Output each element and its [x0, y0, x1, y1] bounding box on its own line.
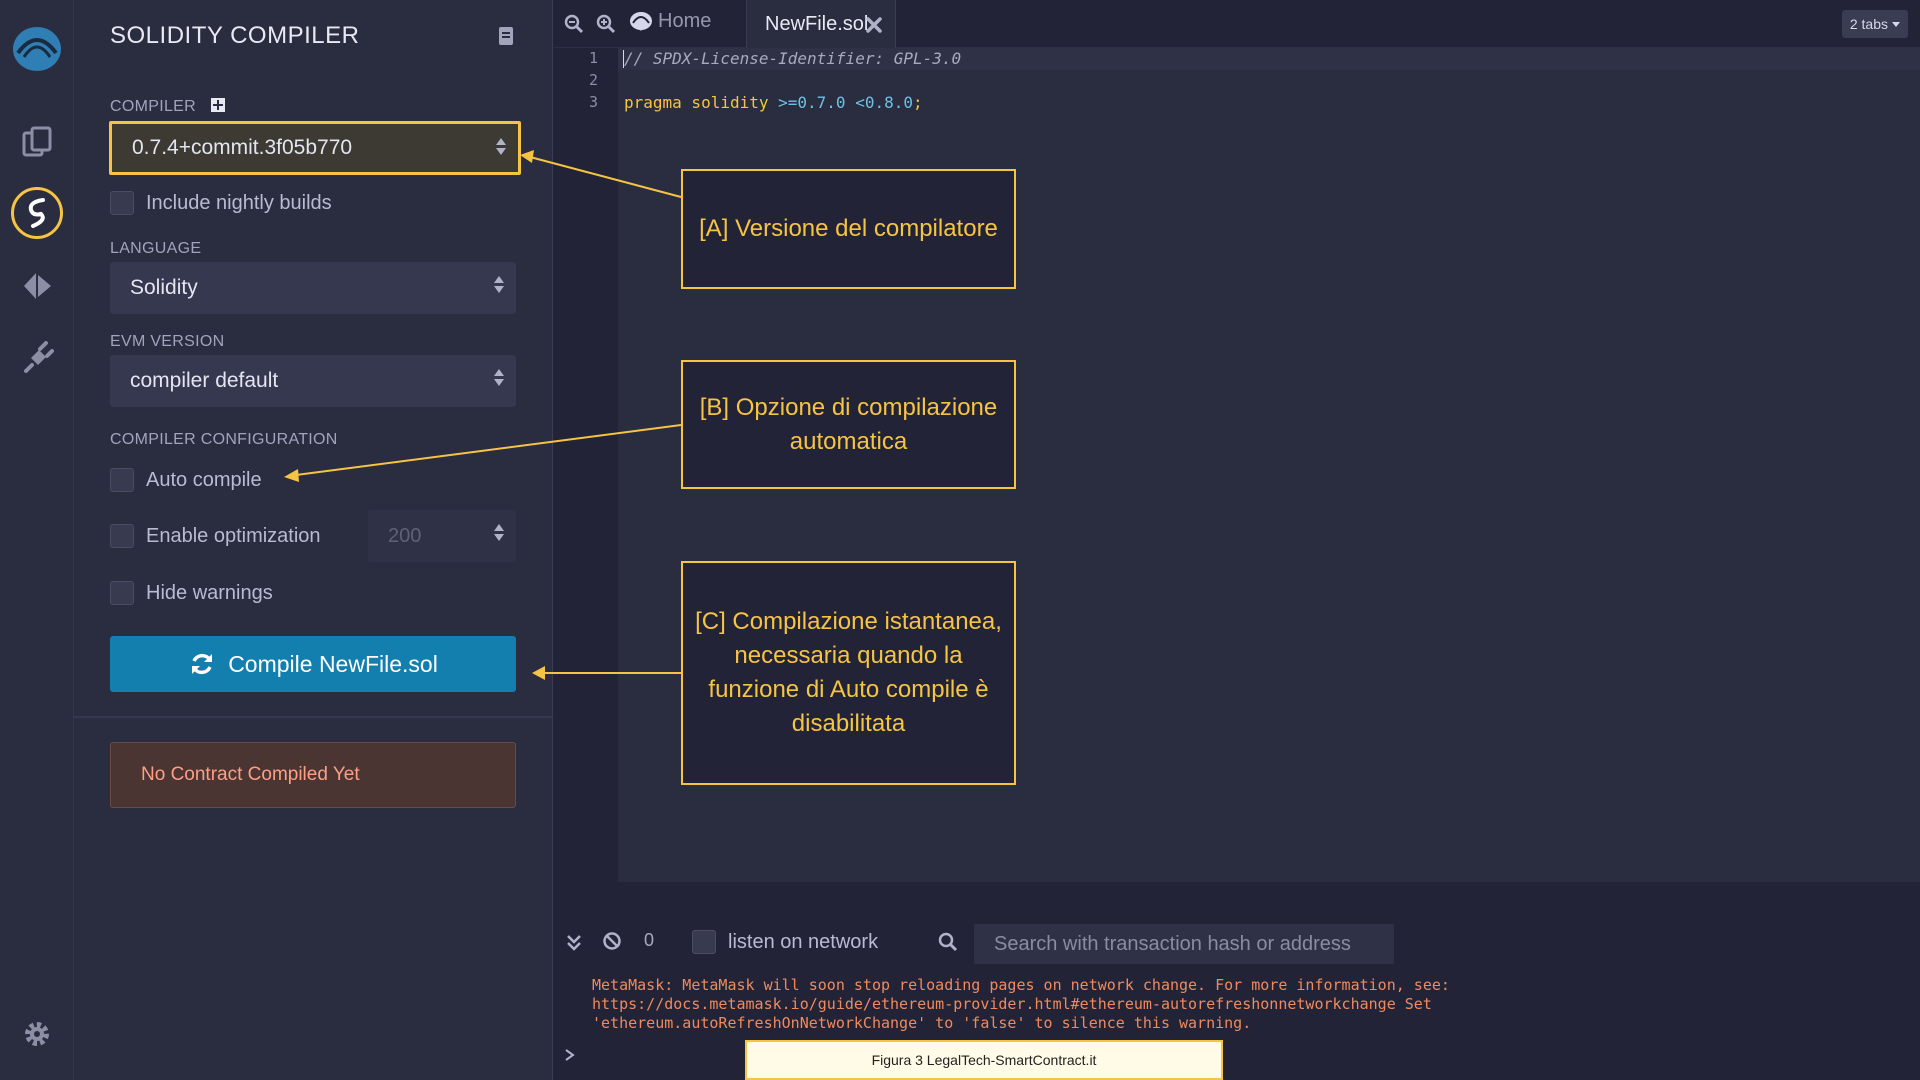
chevron-down-icon	[1892, 21, 1900, 27]
auto-compile-checkbox[interactable]	[110, 468, 134, 492]
enable-optimization-label: Enable optimization	[146, 524, 321, 547]
line-number: 3	[588, 93, 598, 111]
optimization-runs-input[interactable]: 200	[368, 510, 516, 562]
terminal-toolbar: 0 listen on network Search with transact…	[554, 916, 1920, 966]
main-area: Home NewFile.sol 2 tabs 1 2 3 // SPDX-Li…	[554, 0, 1920, 1080]
optimization-runs-value: 200	[388, 524, 422, 547]
auto-compile-label: Auto compile	[146, 468, 262, 491]
refresh-icon	[192, 653, 213, 675]
solidity-compiler-icon[interactable]	[0, 183, 74, 243]
tabs-count-label: 2 tabs	[1849, 16, 1888, 32]
tab-newfile-label: NewFile.sol	[765, 12, 869, 35]
pragma-version: >=0.7.0 <0.8.0	[768, 93, 913, 112]
panel-divider	[74, 716, 553, 718]
line-number: 1	[588, 49, 598, 67]
annotation-b: [B] Opzione di compilazione automatica	[681, 360, 1016, 489]
terminal-prompt-icon[interactable]	[564, 1048, 576, 1067]
collapse-terminal-icon[interactable]	[566, 934, 582, 957]
hide-warnings-label: Hide warnings	[146, 581, 273, 604]
select-arrows-icon	[496, 138, 506, 155]
code-line-1: // SPDX-License-Identifier: GPL-3.0	[624, 49, 962, 68]
pragma-semicolon: ;	[913, 93, 923, 112]
stepper-arrows-icon	[494, 524, 504, 541]
listen-on-network-option[interactable]: listen on network	[692, 930, 878, 954]
listen-on-network-checkbox[interactable]	[692, 930, 716, 954]
listen-on-network-label: listen on network	[728, 930, 879, 953]
figure-caption: Figura 3 LegalTech-SmartContract.it	[745, 1040, 1223, 1080]
enable-optimization-checkbox[interactable]	[110, 524, 134, 548]
clear-console-icon[interactable]	[602, 931, 622, 956]
no-contract-alert: No Contract Compiled Yet	[110, 742, 516, 808]
plugin-manager-icon[interactable]	[0, 328, 74, 388]
pragma-keyword: pragma solidity	[624, 93, 769, 112]
deploy-run-icon[interactable]	[0, 256, 74, 316]
evm-version-label: EVM VERSION	[110, 333, 225, 350]
settings-icon[interactable]	[0, 1004, 74, 1064]
add-compiler-icon[interactable]	[210, 97, 226, 118]
language-value: Solidity	[130, 276, 198, 299]
metamask-warning-message: MetaMask: MetaMask will soon stop reload…	[592, 976, 1450, 1032]
line-number-gutter: 1 2 3	[554, 48, 618, 882]
transaction-search-input[interactable]: Search with transaction hash or address	[974, 924, 1394, 964]
code-line-3: pragma solidity >=0.7.0 <0.8.0;	[624, 93, 923, 112]
file-explorer-icon[interactable]	[0, 112, 74, 172]
compiler-version-select[interactable]: 0.7.4+commit.3f05b770	[109, 121, 521, 175]
annotation-c: [C] Compilazione istantanea, necessaria …	[681, 561, 1016, 785]
icon-bar	[0, 0, 74, 1080]
evm-version-select[interactable]: compiler default	[110, 355, 516, 407]
tab-bar: Home NewFile.sol 2 tabs	[554, 0, 1920, 48]
compiler-side-panel: SOLIDITY COMPILER COMPILER 0.7.4+commit.…	[74, 0, 553, 1080]
select-arrows-icon	[494, 369, 504, 386]
compile-button-label: Compile NewFile.sol	[228, 650, 438, 677]
search-icon	[938, 932, 958, 957]
documentation-icon[interactable]	[498, 26, 514, 51]
nightly-builds-option[interactable]: Include nightly builds	[110, 191, 332, 215]
nightly-builds-label: Include nightly builds	[146, 191, 332, 214]
compiler-configuration-label: COMPILER CONFIGURATION	[110, 431, 338, 448]
panel-title: SOLIDITY COMPILER	[110, 22, 360, 49]
select-arrows-icon	[494, 276, 504, 293]
annotation-a: [A] Versione del compilatore	[681, 169, 1016, 289]
enable-optimization-option[interactable]: Enable optimization	[110, 524, 321, 548]
hide-warnings-checkbox[interactable]	[110, 581, 134, 605]
zoom-out-icon[interactable]	[564, 14, 584, 39]
line-number: 2	[588, 71, 598, 89]
nightly-builds-checkbox[interactable]	[110, 191, 134, 215]
hide-warnings-option[interactable]: Hide warnings	[110, 581, 273, 605]
tab-newfile-sol[interactable]: NewFile.sol	[746, 0, 896, 48]
remix-home-icon	[630, 11, 652, 31]
auto-compile-option[interactable]: Auto compile	[110, 468, 262, 492]
zoom-in-icon[interactable]	[596, 14, 616, 39]
compile-button[interactable]: Compile NewFile.sol	[110, 636, 516, 692]
pending-tx-count: 0	[644, 930, 655, 950]
close-tab-icon[interactable]	[865, 16, 883, 34]
language-label: LANGUAGE	[110, 240, 202, 257]
compiler-version-value: 0.7.4+commit.3f05b770	[132, 136, 353, 159]
evm-version-value: compiler default	[130, 369, 279, 392]
tab-home[interactable]: Home	[628, 10, 711, 33]
remix-logo-icon[interactable]	[0, 20, 74, 82]
compiler-label: COMPILER	[110, 98, 196, 115]
tab-home-label: Home	[658, 10, 712, 32]
language-select[interactable]: Solidity	[110, 262, 516, 314]
tabs-count-dropdown[interactable]: 2 tabs	[1841, 10, 1908, 38]
